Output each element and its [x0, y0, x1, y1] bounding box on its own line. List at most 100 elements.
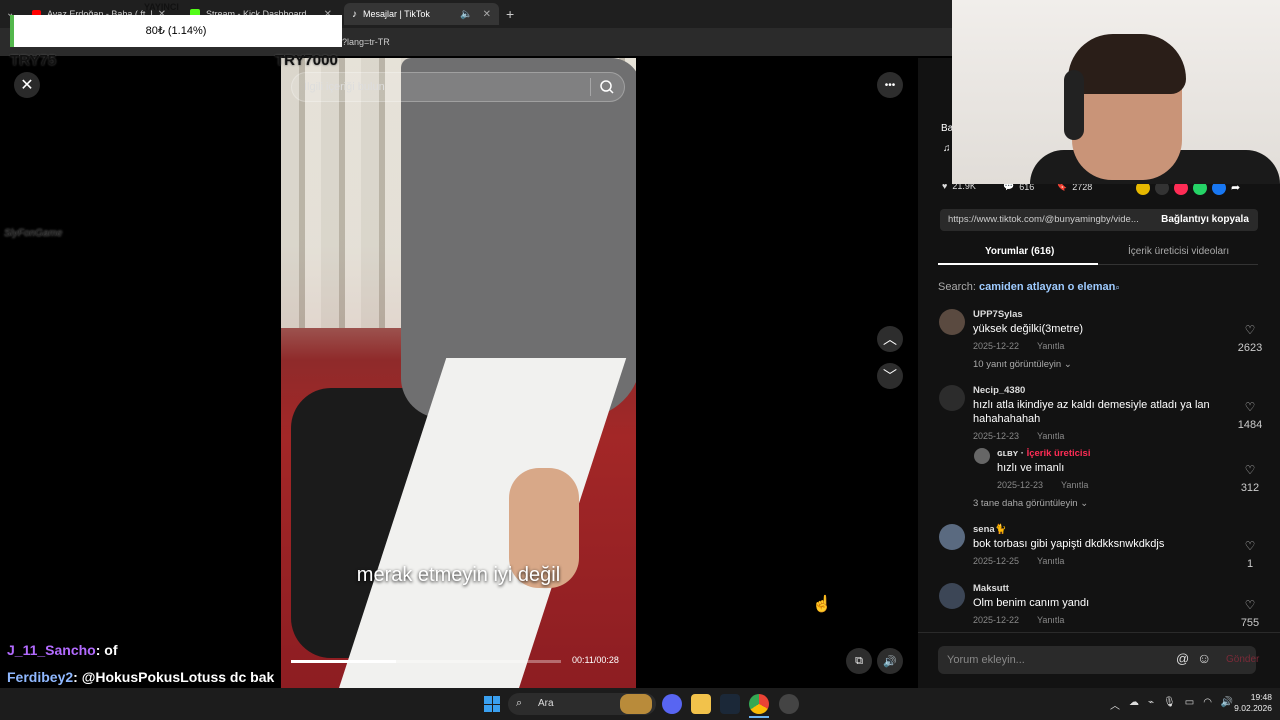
copy-link-button[interactable]: Bağlantıyı kopyala — [1152, 209, 1258, 231]
pip-icon: ⧉ — [855, 654, 863, 667]
volume-icon: 🔊 — [883, 655, 897, 668]
view-replies-button[interactable]: 10 yanıt görüntüleyin ⌄ — [973, 359, 1072, 370]
heart-outline-icon: ♡ — [1244, 400, 1256, 414]
comment-like-count: 1 — [1246, 558, 1254, 570]
avatar[interactable] — [939, 524, 965, 550]
display-icon[interactable]: ▭ — [1185, 697, 1194, 712]
music-note-icon: ♫ — [943, 143, 951, 154]
active-app-indicator — [749, 716, 769, 718]
previous-video-button[interactable]: ︿ — [877, 326, 903, 352]
panel-divider — [918, 632, 1280, 633]
chat-user: J_11_Sancho — [7, 642, 96, 658]
heart-outline-icon: ♡ — [1244, 323, 1256, 337]
system-tray: ︿ ☁ ⌁ 🎙 ▭ ◠ 🔊 — [1110, 697, 1233, 712]
mention-icon[interactable]: @ — [1176, 651, 1189, 666]
avatar[interactable] — [939, 583, 965, 609]
close-icon[interactable]: ✕ — [483, 9, 491, 20]
comment-meta: 2025-12-25 Yanıtla — [973, 556, 1064, 566]
comment-user[interactable]: UPP7Sylas — [973, 309, 1023, 320]
related-search-input[interactable]: İlgili içeriği bulun — [291, 72, 625, 102]
chat-line: Ferdibey2: @HokusPokusLotuss dc bak — [7, 669, 274, 685]
file-explorer-icon[interactable] — [691, 694, 711, 714]
wifi-icon[interactable]: ◠ — [1203, 697, 1212, 712]
comment-date: 2025-12-25 — [973, 556, 1020, 566]
more-options-button[interactable]: ••• — [877, 72, 903, 98]
app-icon[interactable] — [779, 694, 799, 714]
comment-date: 2025-12-23 — [973, 431, 1020, 441]
search-icon[interactable] — [599, 79, 615, 95]
reply-user[interactable]: ɢʟʙʏ · İçerik üreticisi — [997, 448, 1090, 459]
comment-user[interactable]: Maksutt — [973, 583, 1009, 594]
mouse-cursor-icon: ☝ — [812, 596, 832, 613]
chat-message: : @HokusPokusLotuss dc bak — [73, 669, 275, 685]
comment-user[interactable]: sena🐈 — [973, 524, 1006, 535]
microphone-icon[interactable]: 🎙 — [1163, 697, 1176, 712]
search-hint-query[interactable]: camiden atlayan o eleman — [979, 281, 1115, 293]
comment-text: hızlı atla ikindiye az kaldı demesiyle a… — [973, 399, 1210, 425]
overlay-center-label: TRY7000 — [275, 52, 338, 69]
chevron-down-icon: ⌄ — [1080, 498, 1089, 509]
comment-like[interactable]: ♡ 1 — [1232, 539, 1268, 570]
search-icon: ⌕ — [1115, 283, 1120, 292]
url-input[interactable]: ?lang=tr-TR — [330, 33, 950, 51]
taskbar-clock[interactable]: 19:48 9.02.2026 — [1232, 692, 1272, 714]
video-time: 00:11/00:28 — [572, 655, 619, 665]
video-caption: merak etmeyin iyi değil — [356, 564, 561, 586]
comment-like[interactable]: ♡ 755 — [1232, 598, 1268, 629]
heart-outline-icon: ♡ — [1244, 539, 1256, 553]
chevron-down-icon: ⌄ — [1063, 359, 1072, 370]
comment-like[interactable]: ♡ 2623 — [1232, 323, 1268, 354]
view-more-replies-button[interactable]: 3 tane daha görüntüleyin ⌄ — [973, 498, 1088, 509]
chevron-down-icon: ﹀ — [883, 368, 897, 384]
comment-like-count: 1484 — [1237, 419, 1263, 431]
search-suggestion[interactable]: Search: camiden atlayan o eleman⌕ — [938, 281, 1120, 293]
pip-button[interactable]: ⧉ — [846, 648, 872, 674]
tab-label: Mesajlar | TikTok — [363, 9, 430, 19]
tab-creator-videos[interactable]: İçerik üreticisi videoları — [1128, 246, 1229, 266]
tab-tiktok[interactable]: ♪ Mesajlar | TikTok 🔈 ✕ — [344, 3, 499, 25]
reply-like[interactable]: ♡ 312 — [1232, 463, 1268, 494]
video-player[interactable] — [281, 58, 636, 688]
chat-user: Ferdibey2 — [7, 669, 74, 685]
search-icon: ⌕ — [516, 697, 523, 709]
steam-icon[interactable] — [720, 694, 740, 714]
taskbar-widget-icon[interactable] — [620, 694, 652, 714]
reply-link[interactable]: Yanıtla — [1037, 615, 1064, 625]
onedrive-icon[interactable]: ☁ — [1129, 697, 1139, 712]
reply-link[interactable]: Yanıtla — [1061, 480, 1088, 490]
reply-link[interactable]: Yanıtla — [1037, 556, 1064, 566]
video-progress-bar[interactable] — [291, 660, 561, 663]
emoji-icon[interactable]: ☺ — [1197, 650, 1211, 666]
comment-text: yüksek değilki(3metre) — [973, 323, 1084, 335]
avatar[interactable] — [974, 448, 990, 464]
search-hint-prefix: Search: — [938, 281, 976, 293]
new-tab-button[interactable]: + — [506, 6, 514, 22]
active-tab-indicator — [938, 263, 1098, 265]
reply-user-name: ɢʟʙʏ — [997, 448, 1019, 459]
creator-badge: İçerik üreticisi — [1026, 448, 1091, 459]
volume-button[interactable]: 🔊 — [877, 648, 903, 674]
donation-progress-fill — [10, 15, 14, 47]
send-button[interactable]: Gönder — [1226, 654, 1259, 665]
reply-meta: 2025-12-23 Yanıtla — [997, 480, 1088, 490]
chat-line: J_11_Sancho: of — [7, 642, 118, 658]
reply-link[interactable]: Yanıtla — [1037, 431, 1064, 441]
avatar[interactable] — [939, 385, 965, 411]
reply-link[interactable]: Yanıtla — [1037, 341, 1064, 351]
tiktok-icon: ♪ — [352, 8, 357, 20]
windows-start-icon[interactable] — [484, 696, 500, 712]
comment-user[interactable]: Necip_4380 — [973, 385, 1025, 396]
network-icon[interactable]: ⌁ — [1148, 697, 1154, 712]
close-video-button[interactable]: ✕ — [14, 72, 40, 98]
comment-date: 2025-12-22 — [973, 615, 1020, 625]
comment-like[interactable]: ♡ 1484 — [1232, 400, 1268, 431]
avatar[interactable] — [939, 309, 965, 335]
donation-goal: 80₺ (1.14%) — [10, 15, 342, 47]
discord-icon[interactable] — [662, 694, 682, 714]
comment-like-count: 755 — [1240, 617, 1260, 629]
next-video-button[interactable]: ﹀ — [877, 363, 903, 389]
comment-like-count: 2623 — [1237, 342, 1263, 354]
mute-icon[interactable]: 🔈 — [460, 9, 472, 20]
tray-chevron-icon[interactable]: ︿ — [1110, 697, 1120, 712]
chrome-icon[interactable] — [749, 694, 769, 714]
